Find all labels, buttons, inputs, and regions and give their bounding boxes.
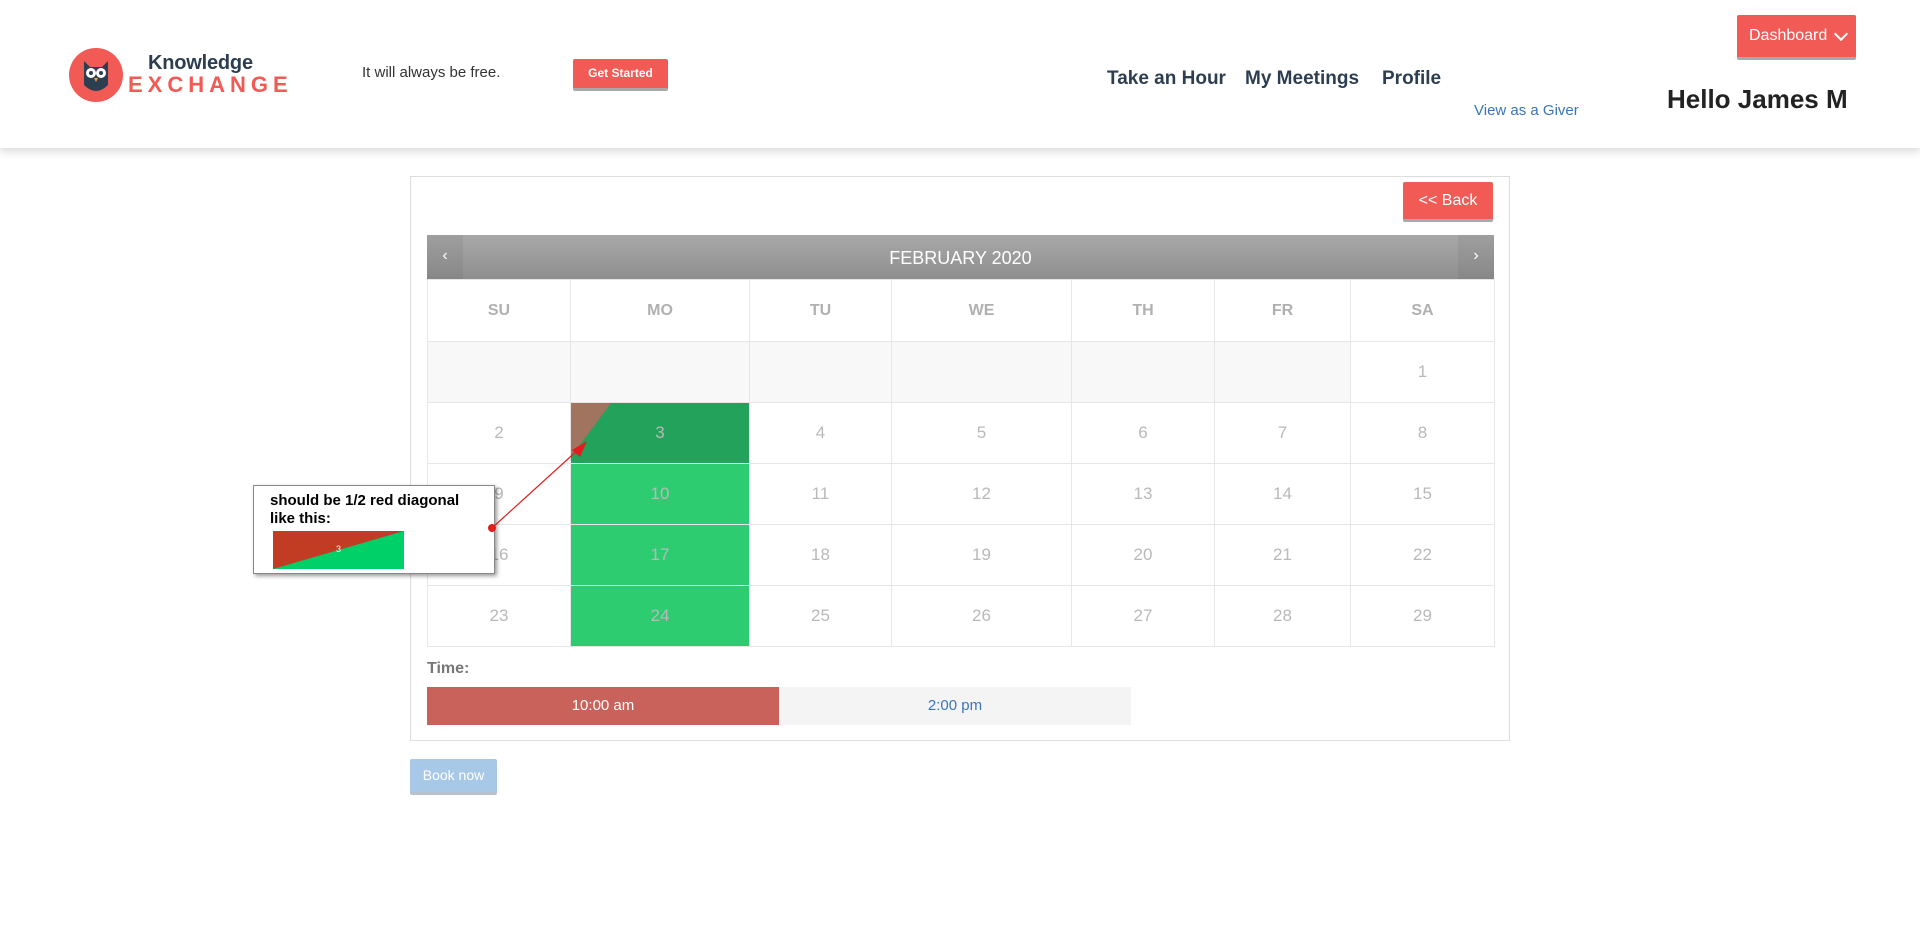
annotation-arrow-icon	[488, 441, 587, 532]
